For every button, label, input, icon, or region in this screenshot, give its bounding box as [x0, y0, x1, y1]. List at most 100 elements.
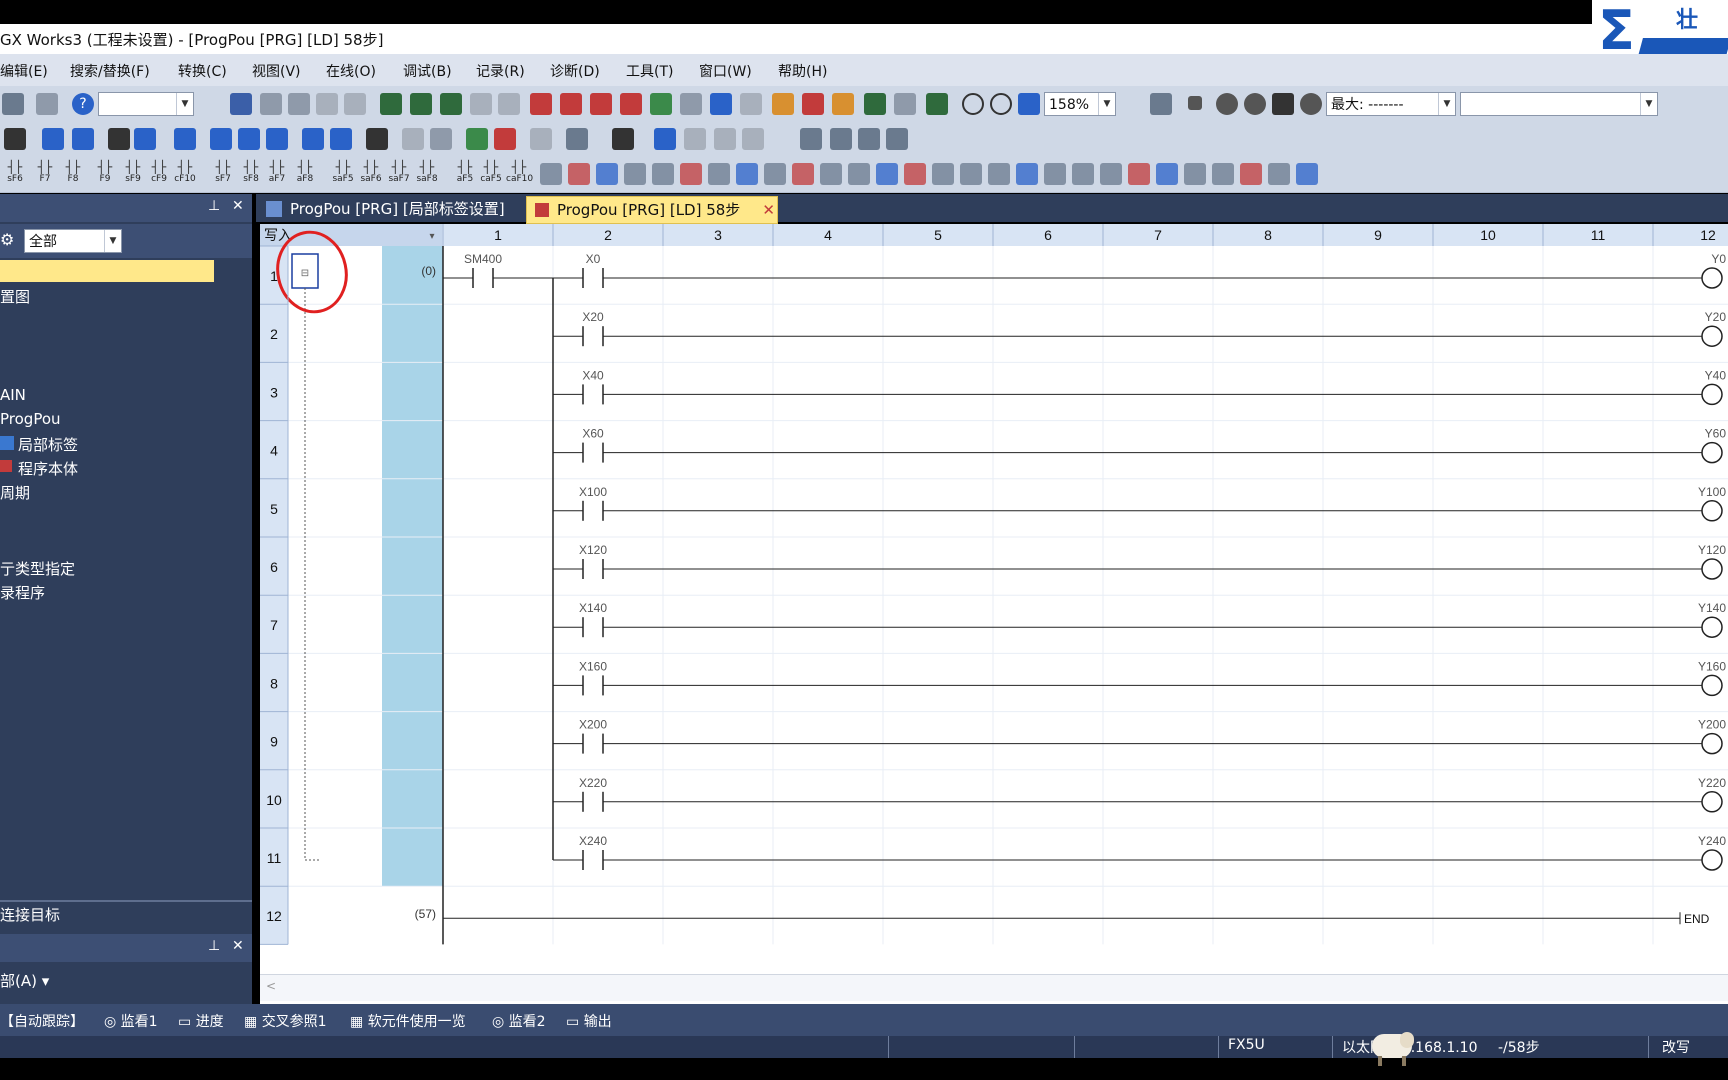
- device-icon[interactable]: [440, 93, 462, 115]
- window-icon[interactable]: [134, 128, 156, 150]
- nav-filter-select[interactable]: 全部 ▼: [24, 229, 122, 253]
- search-icon[interactable]: [302, 128, 324, 150]
- grid-icon[interactable]: [830, 128, 852, 150]
- ladder-tool-icon[interactable]: [624, 163, 646, 185]
- menu-window[interactable]: 窗口(W): [699, 61, 752, 81]
- ladder-tool-icon[interactable]: [540, 163, 562, 185]
- monitor-icon[interactable]: [620, 93, 642, 115]
- close-icon[interactable]: ✕: [232, 198, 244, 214]
- dev-icon[interactable]: [174, 128, 196, 150]
- edit-icon[interactable]: [466, 128, 488, 150]
- page-icon[interactable]: [36, 93, 58, 115]
- connection-target[interactable]: 连接目标: [0, 904, 60, 925]
- device-icon[interactable]: [470, 93, 492, 115]
- fkey-button[interactable]: ┤├ cF10: [172, 160, 198, 188]
- menu-edit[interactable]: 编辑(E): [0, 61, 48, 81]
- task-monitor-2[interactable]: ◎ 监看2: [492, 1011, 546, 1031]
- ladder-tool-icon[interactable]: [1240, 163, 1262, 185]
- ladder-tool-icon[interactable]: [960, 163, 982, 185]
- menu-convert[interactable]: 转换(C): [178, 61, 227, 81]
- convert-all-icon[interactable]: [802, 93, 824, 115]
- ladder-icon[interactable]: [402, 128, 424, 150]
- window-icon[interactable]: [72, 128, 94, 150]
- close-icon[interactable]: ✕: [232, 938, 244, 954]
- fit-width-icon[interactable]: [1018, 93, 1040, 115]
- fkey-button[interactable]: ┤├ sF8: [238, 160, 264, 188]
- coil[interactable]: [1701, 732, 1723, 755]
- task-device-list[interactable]: ▦ 软元件使用一览: [350, 1011, 466, 1031]
- undo-icon[interactable]: [316, 93, 338, 115]
- project-select[interactable]: ▼: [98, 92, 194, 116]
- menu-search[interactable]: 搜索/替换(F): [70, 61, 150, 81]
- ladder-tool-icon[interactable]: [792, 163, 814, 185]
- fkey-button[interactable]: ┤├ sF9: [120, 160, 146, 188]
- ladder-icon[interactable]: [926, 93, 948, 115]
- fkey-button[interactable]: ┤├ F9: [92, 160, 118, 188]
- coil[interactable]: [1701, 791, 1723, 813]
- nav-item[interactable]: 录程序: [0, 582, 45, 603]
- copy-icon[interactable]: [260, 93, 282, 115]
- task-cross-reference[interactable]: ▦ 交叉参照1: [244, 1011, 327, 1031]
- ladder-icon[interactable]: [894, 93, 916, 115]
- fkey-button[interactable]: ┤├ aF8: [292, 160, 318, 188]
- window-icon[interactable]: [42, 128, 64, 150]
- nav-item[interactable]: AIN: [0, 386, 26, 404]
- ladder-tool-icon[interactable]: [764, 163, 786, 185]
- fkey-button[interactable]: ┤├ caF10: [506, 160, 533, 188]
- search-icon[interactable]: [330, 128, 352, 150]
- sampling-icon[interactable]: [1272, 93, 1294, 115]
- coil[interactable]: [1701, 325, 1723, 347]
- nav-selected-item[interactable]: [0, 260, 214, 282]
- nav-item[interactable]: 周期: [0, 482, 30, 503]
- max-select[interactable]: 最大: ------- ▼: [1326, 92, 1456, 116]
- ladder-tool-icon[interactable]: [1128, 163, 1150, 185]
- nav-item[interactable]: 局部标签: [18, 434, 78, 455]
- coil[interactable]: [1701, 383, 1723, 406]
- dev-icon[interactable]: [740, 93, 762, 115]
- ladder-tool-icon[interactable]: [1184, 163, 1206, 185]
- binocular-icon[interactable]: [108, 128, 130, 150]
- ladder-tool-icon[interactable]: [876, 163, 898, 185]
- check-icon[interactable]: [1216, 93, 1238, 115]
- nav-item[interactable]: 亍类型指定: [0, 558, 75, 579]
- coil[interactable]: [1701, 267, 1723, 289]
- write-plc-icon[interactable]: [530, 93, 552, 115]
- coil[interactable]: [1701, 849, 1723, 871]
- ladder-tool-icon[interactable]: [708, 163, 730, 185]
- gear-icon[interactable]: ⚙: [0, 230, 14, 249]
- dock-icon[interactable]: [4, 128, 26, 150]
- zoom-select[interactable]: 158% ▼: [1044, 92, 1116, 116]
- ladder-tool-icon[interactable]: [1212, 163, 1234, 185]
- pin-icon[interactable]: ⊥: [208, 198, 220, 214]
- task-progress[interactable]: ▭ 进度: [178, 1011, 224, 1031]
- zoom-out-icon[interactable]: [990, 93, 1012, 115]
- ladder-tool-icon[interactable]: [652, 163, 674, 185]
- edit-icon[interactable]: [494, 128, 516, 150]
- grid-icon[interactable]: [886, 128, 908, 150]
- nav-item[interactable]: 置图: [0, 286, 30, 307]
- menu-tools[interactable]: 工具(T): [626, 61, 673, 81]
- scroll-left-icon[interactable]: <: [266, 979, 276, 993]
- ladder-tool-icon[interactable]: [1268, 163, 1290, 185]
- fkey-button[interactable]: ┤├ sF6: [2, 160, 28, 188]
- clock-icon[interactable]: [1300, 93, 1322, 115]
- ladder-tool-icon[interactable]: [1156, 163, 1178, 185]
- nav-item[interactable]: 程序本体: [18, 458, 78, 479]
- ladder-tool-icon[interactable]: [988, 163, 1010, 185]
- read-plc-icon[interactable]: [560, 93, 582, 115]
- ladder-tool-icon[interactable]: [1100, 163, 1122, 185]
- ladder-editor[interactable]: 写入 ▾ 1 2 3 4 5 6 7 8 9 10 11 12 1 2 3 4 5 6 7 8 9 10 11 12 ⊟ (0) (57…: [260, 224, 1728, 1004]
- window-icon[interactable]: [654, 128, 676, 150]
- device-list-icon[interactable]: [1150, 93, 1172, 115]
- ladder-tool-icon[interactable]: [820, 163, 842, 185]
- ladder-tool-icon[interactable]: [1016, 163, 1038, 185]
- dev-icon[interactable]: [238, 128, 260, 150]
- fkey-button[interactable]: ┤├ saF6: [358, 160, 384, 188]
- paste-icon[interactable]: [288, 93, 310, 115]
- fkey-button[interactable]: ┤├ F7: [32, 160, 58, 188]
- device-icon[interactable]: [380, 93, 402, 115]
- window-icon[interactable]: [742, 128, 764, 150]
- task-auto-track[interactable]: 【自动跟踪】: [0, 1011, 84, 1031]
- ladder-tool-icon[interactable]: [904, 163, 926, 185]
- horizontal-scrollbar[interactable]: <: [260, 974, 1728, 1001]
